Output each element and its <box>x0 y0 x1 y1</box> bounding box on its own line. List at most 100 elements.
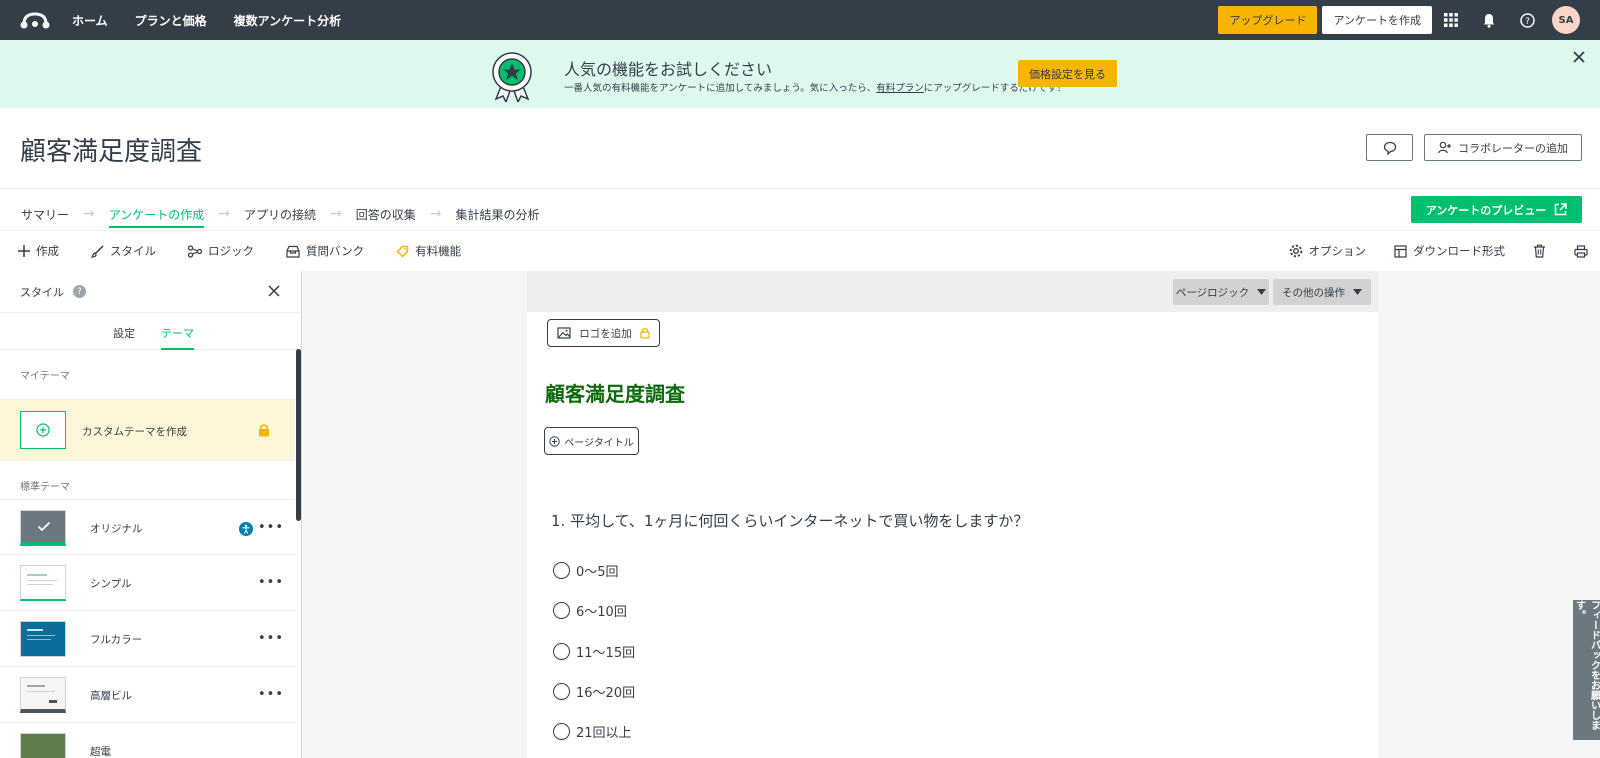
view-pricing-button[interactable]: 価格設定を見る <box>1018 60 1117 87</box>
answer-option[interactable]: 16〜20回 <box>553 682 635 701</box>
comment-icon <box>1383 141 1396 155</box>
nav-plans-pricing[interactable]: プランと価格 <box>135 12 207 29</box>
radio-button[interactable] <box>553 602 570 619</box>
brush-icon <box>91 244 104 258</box>
answer-option[interactable]: 0〜5回 <box>553 561 619 580</box>
options-tool[interactable]: オプション <box>1289 243 1367 259</box>
page-logic-button[interactable]: ページロジック <box>1173 279 1269 305</box>
paid-plan-link[interactable]: 有料プラン <box>876 83 924 94</box>
download-format-tool[interactable]: ダウンロード形式 <box>1394 243 1505 259</box>
more-options-icon[interactable]: ••• <box>258 520 284 535</box>
close-icon[interactable] <box>1572 50 1588 66</box>
theme-name: フルカラー <box>90 634 143 646</box>
theme-name: オリジナル <box>90 523 143 535</box>
print-tool[interactable] <box>1574 244 1588 258</box>
paid-features-tool[interactable]: 有料機能 <box>396 243 461 259</box>
comment-button[interactable] <box>1366 134 1413 161</box>
style-tool[interactable]: スタイル <box>91 243 156 259</box>
image-icon <box>557 327 571 339</box>
theme-item-5[interactable]: 超電 <box>0 723 295 758</box>
page-survey-title[interactable]: 顧客満足度調査 <box>545 378 685 407</box>
style-panel-title: スタイル <box>20 286 64 299</box>
editor-toolbar: 作成 スタイル ロジック 質問バンク 有料機能 <box>18 240 493 262</box>
apps-grid-icon[interactable] <box>1432 0 1470 40</box>
more-options-icon[interactable]: ••• <box>258 631 284 646</box>
theme-item-original[interactable]: オリジナル ••• <box>0 499 295 555</box>
survey-title: 顧客満足度調査 <box>20 137 203 167</box>
question-bank-label: 質問バンク <box>306 244 365 258</box>
add-collaborator-button[interactable]: コラボレーターの追加 <box>1424 134 1582 161</box>
theme-thumbnail <box>20 510 66 546</box>
logic-icon <box>188 244 202 258</box>
step-build-survey[interactable]: アンケートの作成 <box>108 200 205 228</box>
more-actions-button[interactable]: その他の操作 <box>1273 279 1371 305</box>
nav-home[interactable]: ホーム <box>72 12 108 29</box>
paid-features-label: 有料機能 <box>415 244 462 258</box>
radio-button[interactable] <box>553 723 570 740</box>
close-icon[interactable] <box>268 285 282 299</box>
lock-icon <box>640 328 650 339</box>
page-logic-label: ページロジック <box>1175 286 1250 299</box>
theme-thumbnail <box>20 621 66 657</box>
standard-themes-heading: 標準テーマ <box>20 482 70 493</box>
arrow-right-icon: → <box>330 206 342 222</box>
options-label: オプション <box>1308 244 1367 258</box>
radio-button[interactable] <box>553 562 570 579</box>
style-panel-tabs: 設定 テーマ <box>0 313 301 350</box>
add-circle-icon <box>20 411 66 449</box>
theme-thumbnail <box>20 565 66 601</box>
tab-settings[interactable]: 設定 <box>113 325 135 341</box>
logic-tool[interactable]: ロジック <box>188 243 254 259</box>
add-person-icon <box>1438 141 1451 154</box>
add-page-title-button[interactable]: ページタイトル <box>544 427 639 455</box>
theme-item-skyscraper[interactable]: 高層ビル ••• <box>0 667 295 723</box>
more-options-icon[interactable]: ••• <box>258 687 284 702</box>
preview-survey-button[interactable]: アンケートのプレビュー <box>1411 196 1582 223</box>
nav-multi-survey-analysis[interactable]: 複数アンケート分析 <box>234 12 342 29</box>
theme-item-full-color[interactable]: フルカラー ••• <box>0 611 295 667</box>
banner-title: 人気の機能をお試しください <box>564 60 773 79</box>
step-analyze-results[interactable]: 集計結果の分析 <box>456 200 540 228</box>
theme-item-simple[interactable]: シンプル ••• <box>0 555 295 611</box>
table-icon <box>1394 244 1407 258</box>
bell-icon[interactable] <box>1470 0 1508 40</box>
help-icon[interactable]: ? <box>73 285 86 298</box>
answer-option[interactable]: 6〜10回 <box>553 601 627 620</box>
style-tool-label: スタイル <box>110 244 156 258</box>
more-options-icon[interactable]: ••• <box>258 575 284 590</box>
tab-theme[interactable]: テーマ <box>161 325 194 350</box>
delete-tool[interactable] <box>1533 244 1546 258</box>
radio-button[interactable] <box>553 643 570 660</box>
step-collect-responses[interactable]: 回答の収集 <box>356 200 416 228</box>
answer-option[interactable]: 21回以上 <box>553 722 632 741</box>
build-tool[interactable]: 作成 <box>18 243 59 259</box>
upgrade-button[interactable]: アップグレード <box>1218 6 1318 34</box>
svg-text:?: ? <box>1525 17 1530 27</box>
style-panel-header: スタイル ? <box>0 271 301 313</box>
step-summary[interactable]: サマリー <box>21 200 69 228</box>
surveymonkey-logo[interactable] <box>18 9 52 31</box>
user-avatar[interactable]: SA <box>1552 6 1580 34</box>
panel-scrollbar[interactable] <box>296 349 301 521</box>
caret-down-icon <box>1353 289 1362 295</box>
question-bank-tool[interactable]: 質問バンク <box>286 243 364 259</box>
question-title[interactable]: 1. 平均して、1ヶ月に何回くらいインターネットで買い物をしますか？ <box>551 510 1028 531</box>
add-logo-button[interactable]: ロゴを追加 <box>547 319 660 347</box>
preview-survey-label: アンケートのプレビュー <box>1425 203 1547 217</box>
arrow-right-icon: → <box>429 206 442 222</box>
create-survey-button[interactable]: アンケートを作成 <box>1322 6 1432 34</box>
theme-thumbnail <box>20 677 66 713</box>
banner-text-before: 一番人気の有料機能をアンケートに追加してみましょう。気に入ったら、 <box>564 83 877 94</box>
feedback-tab[interactable]: フィードバックをお願いします。 <box>1573 600 1600 740</box>
help-icon[interactable]: ? <box>1508 0 1546 40</box>
create-custom-theme-label: カスタムテーマを作成 <box>82 426 187 438</box>
trash-icon <box>1534 244 1545 258</box>
theme-name: 高層ビル <box>90 690 132 702</box>
create-custom-theme[interactable]: カスタムテーマを作成 <box>0 399 295 461</box>
step-connect-apps[interactable]: アプリの接続 <box>244 200 316 228</box>
accessibility-icon <box>239 522 253 536</box>
answer-option-label: 16〜20回 <box>576 686 636 701</box>
answer-option[interactable]: 11〜15回 <box>553 642 635 661</box>
radio-button[interactable] <box>553 683 570 700</box>
plus-icon <box>18 245 30 257</box>
